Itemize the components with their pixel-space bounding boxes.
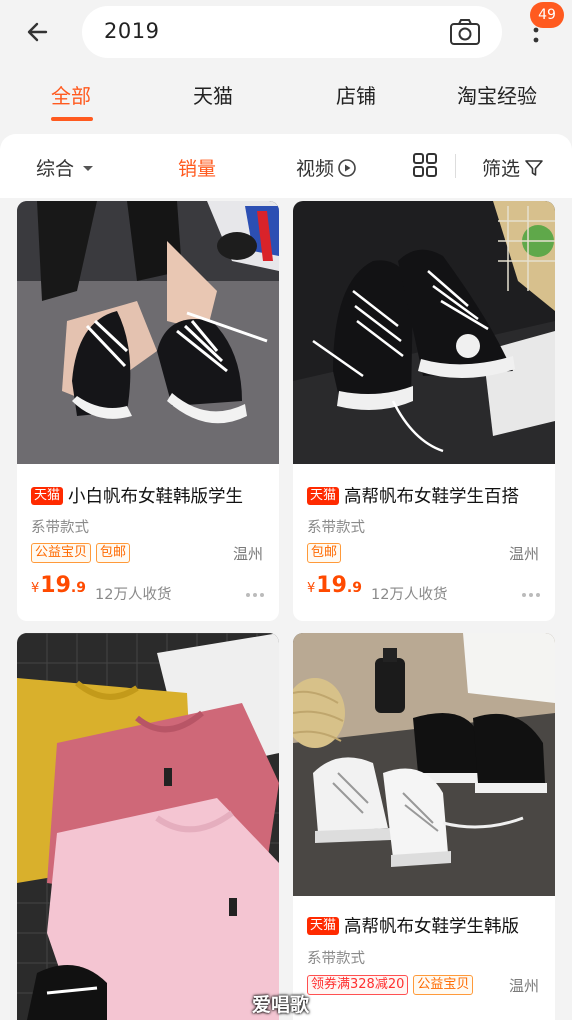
- price-decimal: .9: [346, 580, 362, 596]
- product-tags: 领券满328减20 公益宝贝: [307, 975, 474, 995]
- tab-shops[interactable]: 店铺: [336, 80, 376, 109]
- free-shipping-tag: 包邮: [307, 543, 342, 563]
- product-title-text: 高帮帆布女鞋学生百搭: [344, 487, 520, 507]
- product-title-text: 小白帆布女鞋韩版学生: [68, 487, 244, 507]
- product-card[interactable]: 天猫 高帮帆布女鞋学生百搭 系带款式 包邮 温州 ¥ 19 .9 12万人收货: [293, 201, 555, 621]
- tmall-badge: 天猫: [307, 486, 340, 505]
- layout-toggle-button[interactable]: [412, 152, 438, 178]
- product-price: ¥ 19 .9: [307, 573, 362, 598]
- product-location: 温州: [508, 977, 539, 995]
- product-card[interactable]: [17, 633, 279, 1020]
- filter-divider: [455, 154, 456, 178]
- camera-search-button[interactable]: [448, 16, 482, 48]
- price-currency: ¥: [307, 581, 316, 596]
- tab-tmall[interactable]: 天猫: [193, 80, 233, 109]
- search-input[interactable]: 2019: [82, 6, 502, 58]
- funnel-icon: [525, 159, 543, 176]
- product-image: [17, 201, 279, 464]
- charity-tag: 公益宝贝: [413, 975, 474, 995]
- product-title: 天猫 高帮帆布女鞋学生韩版: [307, 913, 547, 938]
- sales-label: 销量: [178, 158, 217, 180]
- back-button[interactable]: [20, 14, 56, 50]
- tab-all[interactable]: 全部: [51, 80, 91, 109]
- video-label: 视频: [296, 158, 335, 180]
- product-title-text: 高帮帆布女鞋学生韩版: [344, 917, 520, 937]
- product-tags: 公益宝贝 包邮: [31, 543, 131, 563]
- product-card[interactable]: 天猫 小白帆布女鞋韩版学生 系带款式 公益宝贝 包邮 温州 ¥ 19 .9 12…: [17, 201, 279, 621]
- video-filter-button[interactable]: 视频: [296, 154, 357, 181]
- product-subtitle: 系带款式: [307, 951, 365, 967]
- sales-count: 12万人收货: [371, 587, 448, 603]
- sales-sort-button[interactable]: 销量: [178, 154, 216, 181]
- tmall-badge: 天猫: [307, 916, 340, 935]
- charity-tag: 公益宝贝: [31, 543, 92, 563]
- search-query: 2019: [104, 19, 160, 43]
- card-more-button[interactable]: [245, 583, 265, 602]
- product-price: ¥ 19 .9: [31, 573, 86, 598]
- sort-dropdown[interactable]: 综合: [36, 154, 96, 181]
- filter-label: 筛选: [482, 158, 521, 180]
- more-horizontal-icon: [522, 593, 540, 597]
- price-integer: 19: [40, 573, 71, 598]
- product-title: 天猫 高帮帆布女鞋学生百搭: [307, 483, 547, 508]
- watermark-text: 爱唱歌: [252, 994, 310, 1016]
- play-circle-icon: [338, 158, 356, 177]
- product-subtitle: 系带款式: [307, 520, 365, 536]
- filter-bar: 综合 销量 视频 筛选: [0, 134, 572, 198]
- back-arrow-icon: [27, 22, 48, 42]
- card-more-button[interactable]: [521, 583, 541, 602]
- product-tags: 包邮: [307, 543, 342, 563]
- sort-label: 综合: [36, 158, 75, 180]
- product-card[interactable]: 天猫 高帮帆布女鞋学生韩版 系带款式 领券满328减20 公益宝贝 温州: [293, 633, 555, 1020]
- product-image: [17, 633, 279, 1020]
- tab-taobao-experience[interactable]: 淘宝经验: [457, 80, 537, 109]
- sales-count: 12万人收货: [95, 587, 172, 603]
- product-image: [293, 201, 555, 464]
- tmall-badge: 天猫: [31, 486, 64, 505]
- top-bar: 2019 49: [0, 0, 572, 62]
- active-tab-indicator: [51, 117, 93, 121]
- price-integer: 19: [316, 573, 347, 598]
- coupon-tag: 领券满328减20: [307, 975, 409, 995]
- price-decimal: .9: [70, 580, 86, 596]
- filter-button[interactable]: 筛选: [482, 154, 544, 181]
- product-location: 温州: [232, 545, 263, 563]
- free-shipping-tag: 包邮: [96, 543, 131, 563]
- notification-badge: 49: [530, 2, 564, 28]
- grid-view-icon: [413, 153, 437, 177]
- caret-down-icon: [83, 165, 94, 171]
- camera-icon: [450, 19, 480, 45]
- product-subtitle: 系带款式: [31, 520, 89, 536]
- product-image: [293, 633, 555, 896]
- more-horizontal-icon: [246, 593, 264, 597]
- price-currency: ¥: [31, 581, 40, 596]
- product-title: 天猫 小白帆布女鞋韩版学生: [31, 483, 271, 508]
- product-location: 温州: [508, 545, 539, 563]
